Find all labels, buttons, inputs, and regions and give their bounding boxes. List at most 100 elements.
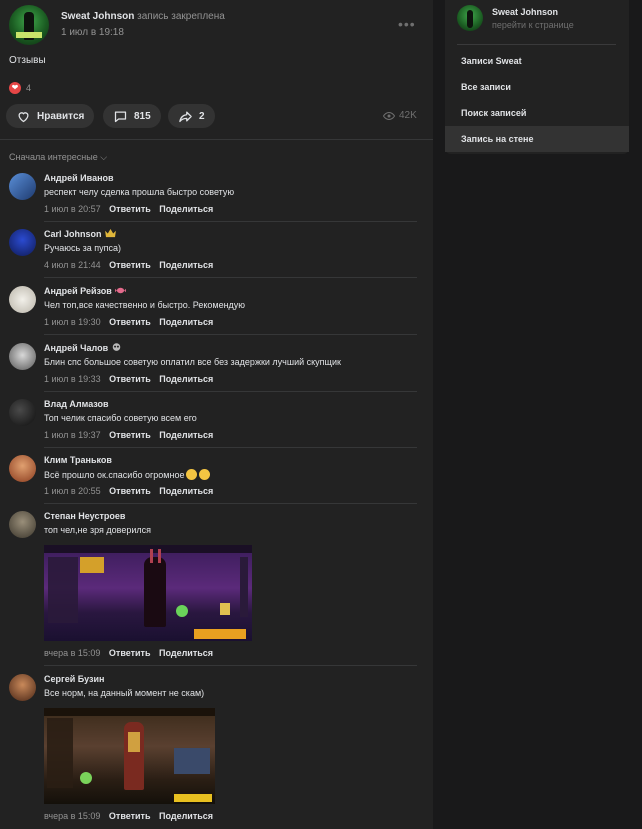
skull-icon xyxy=(112,343,121,351)
game-character-armor xyxy=(128,732,140,752)
comment-date[interactable]: 1 июл в 19:37 xyxy=(44,430,101,440)
share-comment-button[interactable]: Поделиться xyxy=(159,430,213,440)
commenter-avatar[interactable] xyxy=(9,173,36,200)
comment-meta: 1 июл в 19:37 Ответить Поделиться xyxy=(44,430,213,440)
reply-button[interactable]: Ответить xyxy=(109,486,151,496)
sidebar-item-all-posts[interactable]: Все записи xyxy=(445,74,629,100)
like-button[interactable]: Нравится xyxy=(6,104,95,128)
commenter-avatar[interactable] xyxy=(9,286,36,313)
views-counter: 42K xyxy=(383,110,417,121)
attached-game-screenshot[interactable] xyxy=(44,708,215,804)
sidebar-divider xyxy=(457,44,616,45)
commenter-avatar[interactable] xyxy=(9,343,36,370)
commenter-name[interactable]: Клим Траньков xyxy=(44,455,112,465)
share-arrow-icon xyxy=(179,111,192,122)
avatar-logo-text xyxy=(16,32,42,38)
post-action: запись закреплена xyxy=(137,11,225,22)
author-avatar[interactable] xyxy=(9,5,49,45)
comment-text: Чел топ,все качественно и быстро. Рекоме… xyxy=(44,300,246,310)
reply-button[interactable]: Ответить xyxy=(109,648,151,658)
comment-meta: вчера в 15:09 Ответить Поделиться xyxy=(44,648,213,658)
commenter-avatar[interactable] xyxy=(9,511,36,538)
commenter-avatar[interactable] xyxy=(9,229,36,256)
share-comment-button[interactable]: Поделиться xyxy=(159,648,213,658)
comment-text: респект челу сделка прошла быстро совету… xyxy=(44,187,235,197)
reply-button[interactable]: Ответить xyxy=(109,317,151,327)
commenter-name[interactable]: Сергей Бузин xyxy=(44,674,104,684)
comment-divider xyxy=(44,503,417,504)
reply-button[interactable]: Ответить xyxy=(109,204,151,214)
commenter-name[interactable]: Андрей Иванов xyxy=(44,173,114,183)
post-date[interactable]: 1 июл в 19:18 xyxy=(61,27,124,38)
commenter-name[interactable]: Андрей Чалов xyxy=(44,343,108,353)
post-author-name[interactable]: Sweat Johnson xyxy=(61,11,134,22)
game-topbar xyxy=(44,545,252,553)
candy-icon xyxy=(114,287,126,294)
commenter-name[interactable]: Андрей Рейзов xyxy=(44,286,112,296)
eye-icon xyxy=(383,111,395,120)
comment-date[interactable]: 1 июл в 19:30 xyxy=(44,317,101,327)
commenter-name[interactable]: Степан Неустроев xyxy=(44,511,125,521)
comments-count: 815 xyxy=(134,110,151,122)
sidebar-panel: Sweat Johnson перейти к странице Записи … xyxy=(445,0,629,154)
comment-meta: 1 июл в 20:57 Ответить Поделиться xyxy=(44,204,213,214)
sort-dropdown[interactable]: Сначала интересные ⌵ xyxy=(9,152,107,163)
comment-text: Топ челик спасибо советую всем его xyxy=(44,413,197,423)
comment-date[interactable]: 1 июл в 19:33 xyxy=(44,374,101,384)
game-right-panel xyxy=(240,557,248,617)
share-comment-button[interactable]: Поделиться xyxy=(159,486,213,496)
reply-button[interactable]: Ответить xyxy=(109,260,151,270)
game-character-ear xyxy=(150,549,153,563)
comment-meta: 1 июл в 19:33 Ответить Поделиться xyxy=(44,374,213,384)
sidebar-item-wall-post[interactable]: Запись на стене xyxy=(445,126,629,152)
attached-game-screenshot[interactable] xyxy=(44,545,252,641)
reaction-count[interactable]: 4 xyxy=(26,83,31,93)
more-options-icon[interactable]: ••• xyxy=(398,16,416,32)
grin-emoji-icon xyxy=(199,469,211,480)
sidebar-item-search-posts[interactable]: Поиск записей xyxy=(445,100,629,126)
share-button[interactable]: 2 xyxy=(168,104,215,128)
share-comment-button[interactable]: Поделиться xyxy=(159,374,213,384)
game-start-button xyxy=(174,794,212,802)
comment-date[interactable]: 1 июл в 20:55 xyxy=(44,486,101,496)
comment-date[interactable]: 4 июл в 21:44 xyxy=(44,260,101,270)
commenter-name-line: Carl Johnson xyxy=(44,229,116,239)
comments-button[interactable]: 815 xyxy=(103,104,161,128)
comment-date[interactable]: 1 июл в 20:57 xyxy=(44,204,101,214)
game-start-button xyxy=(194,629,246,639)
avatar-figure xyxy=(467,10,473,28)
game-panel xyxy=(174,748,210,774)
reply-button[interactable]: Ответить xyxy=(109,374,151,384)
share-comment-button[interactable]: Поделиться xyxy=(159,204,213,214)
game-pet xyxy=(80,772,92,784)
reply-button[interactable]: Ответить xyxy=(109,430,151,440)
sidebar-title[interactable]: Sweat Johnson xyxy=(492,7,558,17)
reply-button[interactable]: Ответить xyxy=(109,811,151,821)
share-comment-button[interactable]: Поделиться xyxy=(159,260,213,270)
post-text: Отзывы xyxy=(9,55,46,66)
game-item xyxy=(220,603,230,615)
share-comment-button[interactable]: Поделиться xyxy=(159,317,213,327)
smile-emoji-icon xyxy=(186,469,198,480)
heart-reaction-icon[interactable]: ❤ xyxy=(9,82,21,94)
comment-icon xyxy=(114,111,127,122)
game-topbar xyxy=(44,708,215,716)
commenter-avatar[interactable] xyxy=(9,674,36,701)
sidebar-item-sweat-posts[interactable]: Записи Sweat xyxy=(445,48,629,74)
comment-text: топ чел,не зря доверился xyxy=(44,525,152,535)
share-comment-button[interactable]: Поделиться xyxy=(159,811,213,821)
commenter-avatar[interactable] xyxy=(9,399,36,426)
comment-date[interactable]: вчера в 15:09 xyxy=(44,648,100,658)
comment-divider xyxy=(44,221,417,222)
comment-divider xyxy=(44,277,417,278)
game-character-ear xyxy=(158,549,161,563)
comment-text-line: Всё прошло ок.спасибо огромное xyxy=(44,469,211,480)
commenter-name-line: Андрей Рейзов xyxy=(44,286,126,296)
commenter-avatar[interactable] xyxy=(9,455,36,482)
comment-text: Все норм, на данный момент не скам) xyxy=(44,688,205,698)
comment-date[interactable]: вчера в 15:09 xyxy=(44,811,100,821)
sidebar-goto-page-link[interactable]: перейти к странице xyxy=(492,20,574,30)
commenter-name[interactable]: Carl Johnson xyxy=(44,229,102,239)
commenter-name[interactable]: Влад Алмазов xyxy=(44,399,109,409)
sidebar-avatar[interactable] xyxy=(457,5,483,31)
